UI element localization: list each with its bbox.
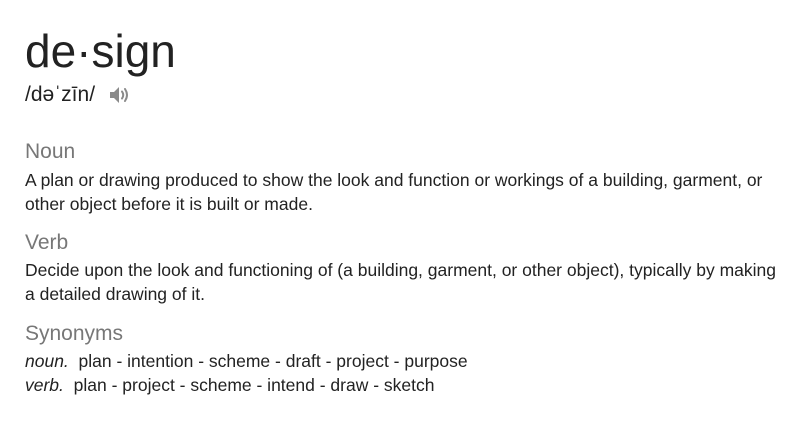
- verb-definition: Decide upon the look and functioning of …: [25, 260, 776, 304]
- verb-synonyms-pos: verb.: [25, 375, 64, 395]
- speaker-icon[interactable]: [107, 83, 133, 107]
- verb-label: Verb: [25, 231, 69, 254]
- noun-definition: A plan or drawing produced to show the l…: [25, 170, 763, 214]
- verb-synonyms-list: plan - project - scheme - intend - draw …: [73, 375, 435, 395]
- dictionary-card: de·sign /dəˈzīn/ Noun A plan or drawing …: [0, 0, 805, 425]
- pronunciation: /dəˈzīn/: [25, 83, 96, 106]
- pronunciation-row: /dəˈzīn/: [25, 80, 133, 110]
- noun-synonyms-row: noun. plan - intention - scheme - draft …: [25, 349, 468, 373]
- noun-label: Noun: [25, 140, 76, 163]
- noun-synonyms-list: plan - intention - scheme - draft - proj…: [78, 351, 468, 371]
- verb-synonyms-row: verb. plan - project - scheme - intend -…: [25, 373, 434, 397]
- headword: de·sign: [25, 25, 176, 77]
- synonyms-label: Synonyms: [25, 322, 124, 345]
- noun-synonyms-pos: noun.: [25, 351, 69, 371]
